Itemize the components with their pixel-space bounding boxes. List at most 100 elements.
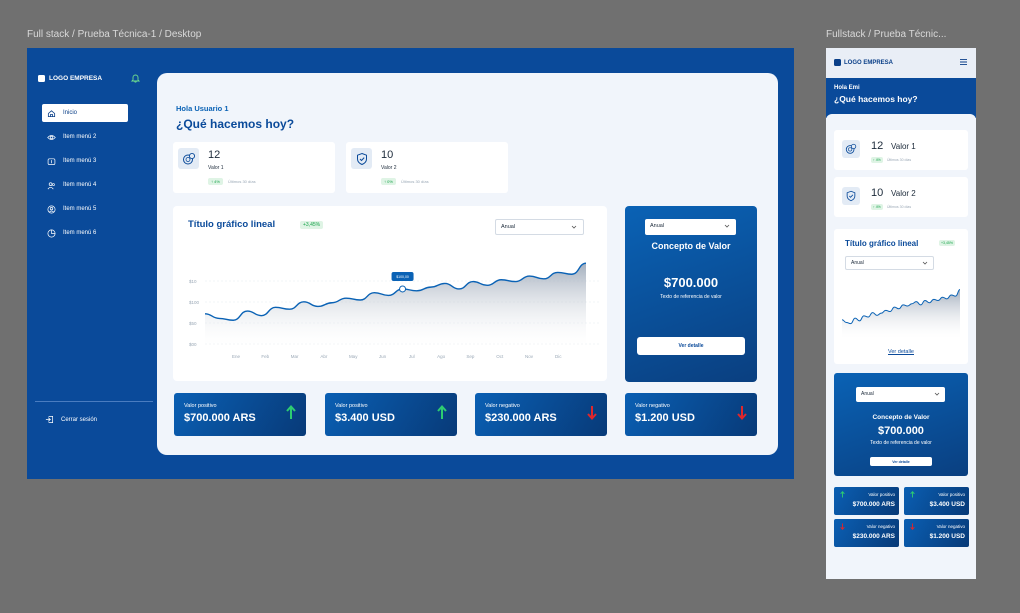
logo-mark-icon bbox=[834, 59, 841, 66]
stat-card-4: Valor negativo $1.200 USD bbox=[904, 519, 969, 547]
concept-period-select[interactable]: Anual bbox=[645, 219, 736, 235]
kpi-delta-badge: ↑ 4% bbox=[871, 157, 883, 163]
page-title: ¿Qué hacemos hoy? bbox=[834, 94, 918, 104]
kpi-note: Últimos 30 días bbox=[401, 178, 429, 184]
logout-icon bbox=[45, 415, 54, 424]
arrow-down-icon bbox=[587, 406, 597, 420]
frame-label-desktop: Full stack / Prueba Técnica-1 / Desktop bbox=[27, 29, 202, 40]
concept-title: Concepto de Valor bbox=[651, 241, 731, 251]
sidebar-item-label: Item menú 4 bbox=[63, 182, 97, 188]
eye-icon bbox=[47, 134, 56, 140]
concept-value: $700.000 bbox=[878, 425, 924, 437]
x-tick-label: Sep bbox=[466, 354, 475, 359]
stat-label: Valor positivo bbox=[938, 492, 965, 497]
kpi-delta-badge: ↑ 4% bbox=[208, 178, 223, 185]
chart-delta-badge: +3,45% bbox=[300, 221, 324, 229]
x-tick-label: Dic bbox=[555, 354, 562, 359]
stat-value: $1.200 USD bbox=[929, 533, 965, 540]
arrow-down-icon bbox=[840, 523, 845, 530]
pie-chart-icon bbox=[47, 229, 56, 237]
kpi-label: Valor 1 bbox=[208, 165, 224, 171]
sidebar-item-4[interactable]: Item menú 4 bbox=[42, 176, 128, 194]
sidebar-divider bbox=[35, 401, 153, 402]
logo[interactable]: LOGO EMPRESA bbox=[38, 75, 102, 82]
stat-label: Valor negativo bbox=[635, 403, 670, 409]
users-icon bbox=[47, 181, 55, 189]
kpi-label: Valor 2 bbox=[381, 165, 397, 171]
concept-title: Concepto de Valor bbox=[872, 414, 930, 421]
chart-title: Título gráfico lineal bbox=[188, 219, 276, 230]
logo[interactable]: LOGO EMPRESA bbox=[834, 59, 893, 66]
stat-card-2: Valor positivo $3.400 USD bbox=[325, 393, 457, 436]
stat-value: $230.000 ARS bbox=[852, 533, 895, 540]
chevron-down-icon bbox=[571, 225, 577, 229]
sidebar-item-label: Item menú 2 bbox=[63, 134, 97, 140]
x-tick-label: Oct bbox=[496, 354, 504, 359]
sidebar-item-6[interactable]: Item menú 6 bbox=[42, 224, 128, 242]
logo-text: LOGO EMPRESA bbox=[844, 59, 894, 66]
sidebar-item-3[interactable]: Item menú 3 bbox=[42, 152, 128, 170]
detail-button[interactable]: Ver detalle bbox=[637, 337, 745, 355]
logout-label: Cerrar sesión bbox=[61, 416, 98, 423]
arrow-up-icon bbox=[840, 491, 845, 498]
stat-value: $3.400 USD bbox=[335, 412, 395, 424]
arrow-up-icon bbox=[437, 405, 447, 419]
kpi-card-1: 12 Valor 1 ↑ 4% Últimos 30 días bbox=[834, 130, 968, 170]
y-tick-label: $00 bbox=[189, 342, 197, 347]
kpi-card-2: 10 Valor 2 ↑ 0% Últimos 30 días bbox=[346, 142, 508, 193]
sidebar-item-5[interactable]: Item menú 5 bbox=[42, 200, 128, 218]
kpi-icon-wrap bbox=[351, 148, 372, 169]
sidebar-item-2[interactable]: Item menú 2 bbox=[42, 128, 128, 146]
x-tick-label: Jun bbox=[379, 354, 387, 359]
coins-icon bbox=[182, 152, 195, 164]
stat-value: $700.000 ARS bbox=[852, 501, 895, 508]
y-tick-label: $100 bbox=[189, 300, 200, 305]
select-value: Anual bbox=[861, 391, 874, 397]
kpi-delta-badge: ↑ 4% bbox=[871, 204, 883, 210]
stat-label: Valor negativo bbox=[485, 403, 520, 409]
shield-check-icon bbox=[846, 190, 856, 202]
hamburger-menu-icon[interactable] bbox=[960, 59, 967, 65]
line-chart-card: $10 $100 $50 $00 Ene Feb Mar Abr May Jun Jul Ago Sep… bbox=[173, 206, 607, 381]
kpi-delta-badge: ↑ 0% bbox=[381, 178, 396, 185]
concept-subtitle: Texto de referencia de valor bbox=[870, 440, 932, 446]
chevron-down-icon bbox=[724, 224, 730, 228]
stat-value: $230.000 ARS bbox=[485, 412, 557, 424]
kpi-note: Últimos 30 días bbox=[887, 204, 912, 209]
chart-period-select[interactable]: Anual bbox=[495, 219, 584, 235]
logo-mark-icon bbox=[38, 75, 45, 82]
concept-value: $700.000 bbox=[663, 275, 719, 290]
arrow-down-icon bbox=[737, 406, 747, 420]
sidebar-item-label: Inicio bbox=[63, 110, 78, 116]
greeting: Hola Usuario 1 bbox=[176, 104, 229, 113]
wallet-icon bbox=[47, 157, 56, 165]
kpi-icon-wrap bbox=[178, 148, 199, 169]
sidebar-item-label: Item menú 3 bbox=[63, 158, 97, 164]
sidebar-item-inicio[interactable]: Inicio bbox=[42, 104, 128, 122]
user-circle-icon bbox=[47, 205, 56, 213]
stat-value: $700.000 ARS bbox=[184, 412, 256, 424]
concept-period-select[interactable]: Anual bbox=[856, 387, 945, 402]
logo-text: LOGO EMPRESA bbox=[49, 75, 103, 82]
arrow-up-icon bbox=[286, 405, 296, 419]
stat-label: Valor positivo bbox=[868, 492, 895, 497]
desktop-frame: LOGO EMPRESA Inicio Item menú 2 Item men… bbox=[27, 48, 794, 479]
kpi-note: Últimos 30 días bbox=[228, 178, 256, 184]
shield-check-icon bbox=[356, 152, 367, 165]
sidebar-item-label: Item menú 5 bbox=[63, 206, 97, 212]
bell-icon[interactable] bbox=[131, 73, 140, 83]
chevron-down-icon bbox=[934, 392, 940, 396]
x-tick-label: Ene bbox=[232, 354, 241, 359]
select-value: Anual bbox=[650, 223, 665, 229]
kpi-icon-wrap bbox=[842, 140, 860, 158]
logout-button[interactable]: Cerrar sesión bbox=[45, 415, 97, 424]
stat-label: Valor negativo bbox=[866, 524, 895, 529]
kpi-icon-wrap bbox=[842, 187, 860, 205]
x-tick-label: Nov bbox=[525, 354, 534, 359]
detail-button[interactable]: Ver detalle bbox=[870, 457, 932, 466]
arrow-up-icon bbox=[910, 491, 915, 498]
x-tick-label: Feb bbox=[261, 354, 269, 359]
chart-detail-link[interactable]: Ver detalle bbox=[834, 349, 968, 355]
mobile-concept-card: Anual Concepto de Valor $700.000 Texto d… bbox=[834, 373, 968, 476]
stat-label: Valor negativo bbox=[936, 524, 965, 529]
